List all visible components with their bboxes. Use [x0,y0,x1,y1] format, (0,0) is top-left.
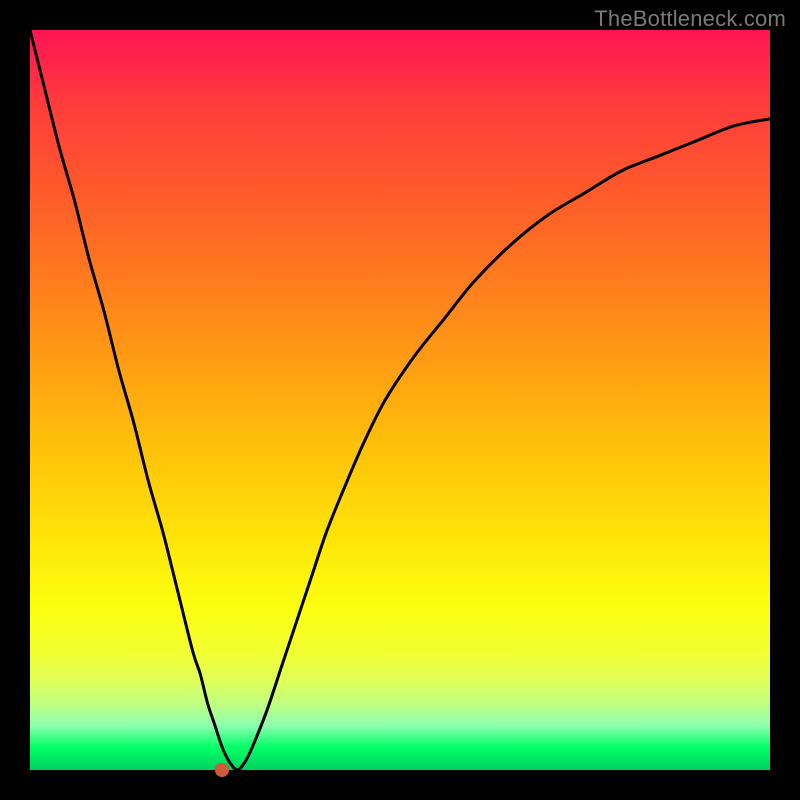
watermark-text: TheBottleneck.com [594,6,786,32]
optimum-marker [215,763,229,777]
plot-area [30,30,770,770]
chart-container: TheBottleneck.com [0,0,800,800]
bottleneck-curve [30,30,770,770]
